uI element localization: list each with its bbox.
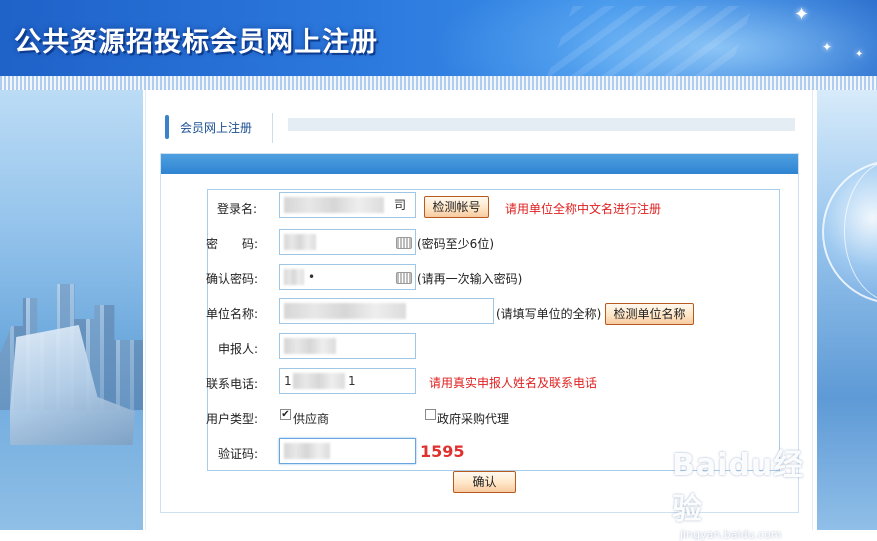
unit-name-label: 单位名称:	[206, 307, 259, 321]
captcha-input[interactable]	[279, 438, 416, 464]
user-type-label: 用户类型:	[206, 412, 259, 426]
section-title: 会员网上注册	[180, 121, 253, 135]
login-name-label: 登录名:	[217, 202, 258, 216]
applicant-label: 申报人:	[218, 342, 259, 356]
star-icon: ✦	[855, 49, 864, 60]
login-name-input[interactable]: 司	[279, 192, 416, 218]
applicant-input[interactable]	[279, 333, 416, 359]
dotted-divider	[0, 76, 877, 90]
confirm-password-note: (请再一次输入密码)	[417, 272, 523, 286]
keyboard-decoration	[547, 6, 753, 76]
password-note: (密码至少6位)	[417, 237, 494, 251]
phone-label: 联系电话:	[206, 377, 259, 391]
confirm-button[interactable]: 确认	[453, 471, 516, 493]
unit-name-note: (请填写单位的全称)	[496, 307, 602, 321]
redacted-text	[284, 269, 304, 285]
keyboard-icon[interactable]	[396, 272, 412, 284]
section-divider	[272, 113, 273, 143]
section-marker	[165, 115, 169, 139]
supplier-option-label[interactable]: 供应商	[293, 410, 329, 427]
keyboard-icon[interactable]	[396, 237, 412, 249]
confirm-password-input[interactable]: •	[279, 264, 416, 290]
password-label: 密 码:	[206, 237, 259, 251]
section-bar	[288, 118, 795, 131]
header-banner: 公共资源招投标会员网上注册 ✦ ✦ ✦	[0, 0, 877, 76]
watermark-brand: Baidu经验	[672, 448, 805, 527]
redacted-text	[284, 338, 336, 354]
captcha-code[interactable]: 1595	[420, 442, 465, 461]
left-decoration-image	[0, 90, 143, 530]
phone-value-tail: 1	[348, 374, 356, 388]
password-input[interactable]	[279, 229, 416, 255]
agency-option-label[interactable]: 政府采购代理	[437, 410, 509, 427]
phone-hint: 请用真实申报人姓名及联系电话	[429, 376, 598, 390]
star-icon: ✦	[822, 40, 833, 54]
login-name-value: 司	[394, 198, 407, 212]
baidu-jingyan-watermark: Baidu经验 jingyan.baidu.com	[672, 440, 832, 541]
unit-name-input[interactable]	[279, 298, 494, 324]
confirm-password-value: •	[308, 270, 316, 284]
login-name-hint: 请用单位全称中文名进行注册	[505, 202, 662, 216]
check-account-button[interactable]: 检测帐号	[424, 196, 489, 218]
redacted-text	[284, 303, 406, 319]
confirm-password-label: 确认密码:	[206, 272, 259, 286]
globe-image	[822, 160, 877, 304]
captcha-label: 验证码:	[218, 447, 259, 461]
frame-border	[145, 90, 146, 530]
redacted-text	[284, 234, 316, 250]
page-title: 公共资源招投标会员网上注册	[14, 27, 378, 58]
panel-title-bar	[161, 154, 798, 174]
redacted-text	[284, 197, 384, 213]
phone-input[interactable]: 1 1	[279, 368, 416, 394]
supplier-checkbox[interactable]: ✔	[280, 409, 291, 420]
redacted-text	[284, 443, 330, 459]
star-icon: ✦	[794, 4, 810, 25]
section-header: 会员网上注册	[165, 113, 797, 143]
phone-value-head: 1	[284, 374, 292, 388]
redacted-text	[293, 373, 345, 389]
agency-checkbox[interactable]	[425, 409, 436, 420]
check-unit-name-button[interactable]: 检测单位名称	[605, 303, 694, 325]
